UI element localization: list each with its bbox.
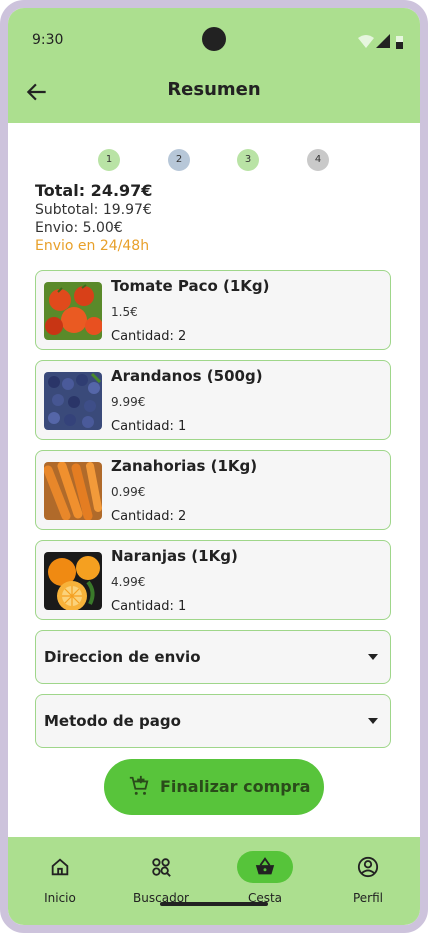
cart-item-tomate[interactable]: Tomate Paco (1Kg) 1.5€ Cantidad: 2	[35, 270, 391, 350]
subtotal-amount: Subtotal: 19.97€	[35, 202, 152, 218]
shipping-address-label: Direccion de envio	[44, 648, 201, 666]
total-amount: Total: 24.97€	[35, 181, 153, 200]
item-price: 1.5€	[111, 305, 138, 319]
home-indicator	[160, 902, 268, 906]
step-2: 2	[168, 149, 190, 171]
step-1: 1	[98, 149, 120, 171]
finalize-purchase-button[interactable]: Finalizar compra	[104, 759, 324, 815]
tomato-image	[44, 282, 102, 340]
order-summary: Total: 24.97€ Subtotal: 19.97€ Envio: 5.…	[35, 181, 152, 254]
bottom-navigation: Inicio Buscador Cesta Perfil	[8, 837, 420, 925]
add-to-cart-icon	[129, 775, 149, 795]
item-price: 4.99€	[111, 575, 146, 589]
search-icon	[152, 858, 171, 877]
cart-item-naranjas[interactable]: Naranjas (1Kg) 4.99€ Cantidad: 1	[35, 540, 391, 620]
chevron-down-icon	[368, 654, 378, 660]
nav-inicio-label: Inicio	[44, 891, 76, 905]
payment-method-label: Metodo de pago	[44, 712, 181, 730]
item-price: 0.99€	[111, 485, 146, 499]
nav-perfil-label: Perfil	[352, 891, 384, 905]
delivery-time: Envio en 24/48h	[35, 238, 150, 254]
shipping-address-select[interactable]: Direccion de envio	[35, 630, 391, 684]
basket-icon	[255, 857, 275, 875]
step-3: 3	[237, 149, 259, 171]
step-4: 4	[307, 149, 329, 171]
item-quantity: Cantidad: 2	[111, 509, 187, 524]
system-status-icons	[358, 34, 403, 49]
finalize-purchase-label: Finalizar compra	[160, 777, 311, 796]
phone-frame: 9:30 Resumen 1 2 3 4 Total: 24.97€ Subto…	[0, 0, 428, 933]
checkout-stepper: 1 2 3 4	[8, 140, 420, 171]
camera-cutout	[202, 27, 226, 51]
item-name: Arandanos (500g)	[111, 367, 263, 385]
item-quantity: Cantidad: 2	[111, 329, 187, 344]
status-time: 9:30	[32, 32, 64, 48]
blueberries-image	[44, 372, 102, 430]
shipping-amount: Envio: 5.00€	[35, 220, 123, 236]
carrots-image	[44, 462, 102, 520]
item-name: Tomate Paco (1Kg)	[111, 277, 270, 295]
payment-method-select[interactable]: Metodo de pago	[35, 694, 391, 748]
item-price: 9.99€	[111, 395, 146, 409]
item-quantity: Cantidad: 1	[111, 599, 187, 614]
oranges-image	[44, 552, 102, 610]
app-bar: Resumen	[8, 63, 420, 123]
item-name: Naranjas (1Kg)	[111, 547, 238, 565]
profile-icon	[357, 856, 379, 878]
status-bar: 9:30	[8, 8, 420, 63]
item-quantity: Cantidad: 1	[111, 419, 187, 434]
cart-item-arandanos[interactable]: Arandanos (500g) 9.99€ Cantidad: 1	[35, 360, 391, 440]
page-title: Resumen	[167, 79, 261, 100]
chevron-down-icon	[368, 718, 378, 724]
cart-item-zanahorias[interactable]: Zanahorias (1Kg) 0.99€ Cantidad: 2	[35, 450, 391, 530]
item-name: Zanahorias (1Kg)	[111, 457, 258, 475]
home-icon	[51, 858, 69, 876]
